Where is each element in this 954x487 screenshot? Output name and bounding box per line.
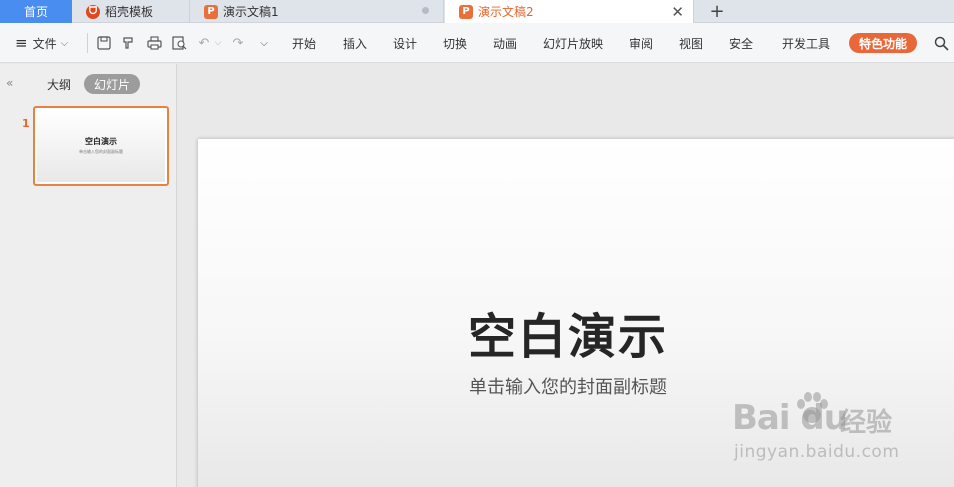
- tab-template[interactable]: ᗜ 稻壳模板: [72, 0, 190, 23]
- format-painter-icon[interactable]: [121, 35, 137, 51]
- tab-outline[interactable]: 大纲: [42, 74, 76, 94]
- menu-icon: ≡: [15, 34, 28, 52]
- thumbnail-subtitle: 单击输入您的封面副标题: [79, 149, 123, 154]
- docer-shell-icon: ᗜ: [86, 4, 100, 19]
- ribbon-tab-view[interactable]: 视图: [679, 23, 703, 63]
- tab-home[interactable]: 首页: [0, 0, 72, 23]
- slide-title-placeholder[interactable]: 空白演示: [178, 297, 954, 367]
- file-menu-label: 文件: [32, 36, 57, 51]
- print-icon[interactable]: [146, 35, 162, 51]
- unsaved-dot-icon: [422, 7, 429, 14]
- file-menu-button[interactable]: ≡ 文件 ⌵: [15, 23, 68, 63]
- redo-icon[interactable]: ↷: [230, 35, 246, 51]
- baidu-jingyan-watermark: Bai du 经验 jingyan.baidu.com: [732, 392, 932, 478]
- ribbon-tab-slideshow[interactable]: 幻灯片放映: [543, 23, 603, 63]
- ribbon-tab-security[interactable]: 安全: [729, 23, 753, 63]
- ribbon-tab-start[interactable]: 开始: [292, 23, 316, 63]
- tab-template-label: 稻壳模板: [105, 5, 154, 19]
- ribbon-tab-insert[interactable]: 插入: [343, 23, 367, 63]
- tab-bar: 首页 ᗜ 稻壳模板 P 演示文稿1 P 演示文稿2 ✕ +: [0, 0, 954, 23]
- collapse-panel-icon[interactable]: «: [6, 76, 13, 90]
- slide-thumbnail[interactable]: 空白演示 单击输入您的封面副标题: [33, 106, 169, 186]
- tab-doc1-label: 演示文稿1: [223, 5, 279, 19]
- slide-navigation-panel: « 大纲 幻灯片 1 空白演示 单击输入您的封面副标题: [0, 64, 177, 487]
- quick-access-dropdown-icon[interactable]: ⌵: [256, 35, 272, 51]
- ppt-icon: P: [459, 4, 473, 19]
- special-features-button[interactable]: 特色功能: [849, 33, 917, 53]
- save-icon[interactable]: [96, 35, 112, 51]
- ppt-icon: P: [204, 4, 218, 19]
- tab-doc1[interactable]: P 演示文稿1: [190, 0, 444, 23]
- tab-slides[interactable]: 幻灯片: [84, 74, 140, 94]
- ribbon-toolbar: ≡ 文件 ⌵ ↶ ⌵ ↷ ⌵ 开始 插入 设计 切换 动画 幻灯片放映 审阅 视…: [0, 23, 954, 63]
- slide-number: 1: [22, 117, 30, 130]
- watermark-url: jingyan.baidu.com: [734, 442, 900, 462]
- undo-dropdown-icon[interactable]: ⌵: [210, 35, 226, 51]
- ribbon-tab-review[interactable]: 审阅: [629, 23, 653, 63]
- paw-icon: [797, 392, 828, 423]
- ribbon-tab-animation[interactable]: 动画: [493, 23, 517, 63]
- new-tab-button[interactable]: +: [706, 0, 728, 23]
- search-icon[interactable]: [933, 35, 949, 51]
- divider: [87, 33, 88, 53]
- ribbon-tab-design[interactable]: 设计: [393, 23, 417, 63]
- close-tab-icon[interactable]: ✕: [671, 3, 684, 21]
- tab-doc2[interactable]: P 演示文稿2 ✕: [445, 0, 694, 23]
- ribbon-tab-developer[interactable]: 开发工具: [782, 23, 830, 63]
- tab-doc2-label: 演示文稿2: [478, 5, 534, 19]
- slide-subtitle-placeholder[interactable]: 单击输入您的封面副标题: [178, 373, 954, 399]
- chevron-down-icon: ⌵: [60, 37, 69, 49]
- ribbon-tab-transition[interactable]: 切换: [443, 23, 467, 63]
- print-preview-icon[interactable]: [171, 35, 187, 51]
- thumbnail-title: 空白演示: [85, 137, 117, 146]
- thumbnail-preview: 空白演示 单击输入您的封面副标题: [37, 110, 165, 182]
- watermark-text: 经验: [840, 408, 893, 438]
